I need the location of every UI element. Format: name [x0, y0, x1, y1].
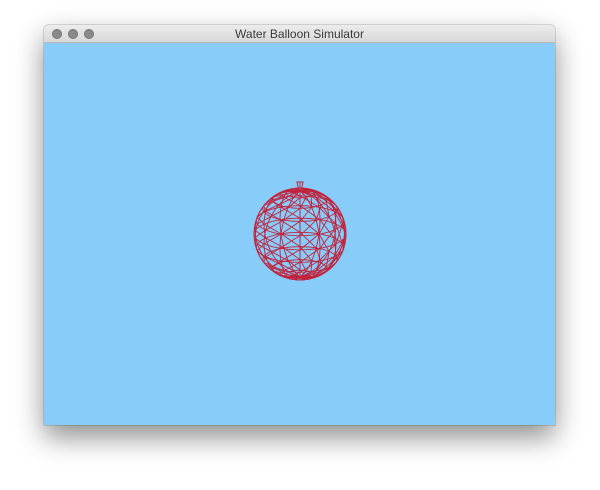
mesh-diagonal [280, 206, 301, 219]
mesh-diagonal [310, 195, 313, 208]
title-bar[interactable]: Water Balloon Simulator [44, 25, 555, 43]
render-canvas[interactable] [44, 43, 555, 425]
mesh-diagonal [280, 249, 301, 262]
app-window: Water Balloon Simulator [44, 25, 555, 425]
balloon-knot [296, 181, 304, 190]
mesh-diagonal [310, 260, 313, 273]
water-balloon-wireframe [253, 181, 347, 281]
window-title: Water Balloon Simulator [235, 27, 364, 41]
mesh-diagonal [311, 266, 330, 278]
mesh-diagonal [299, 197, 307, 209]
